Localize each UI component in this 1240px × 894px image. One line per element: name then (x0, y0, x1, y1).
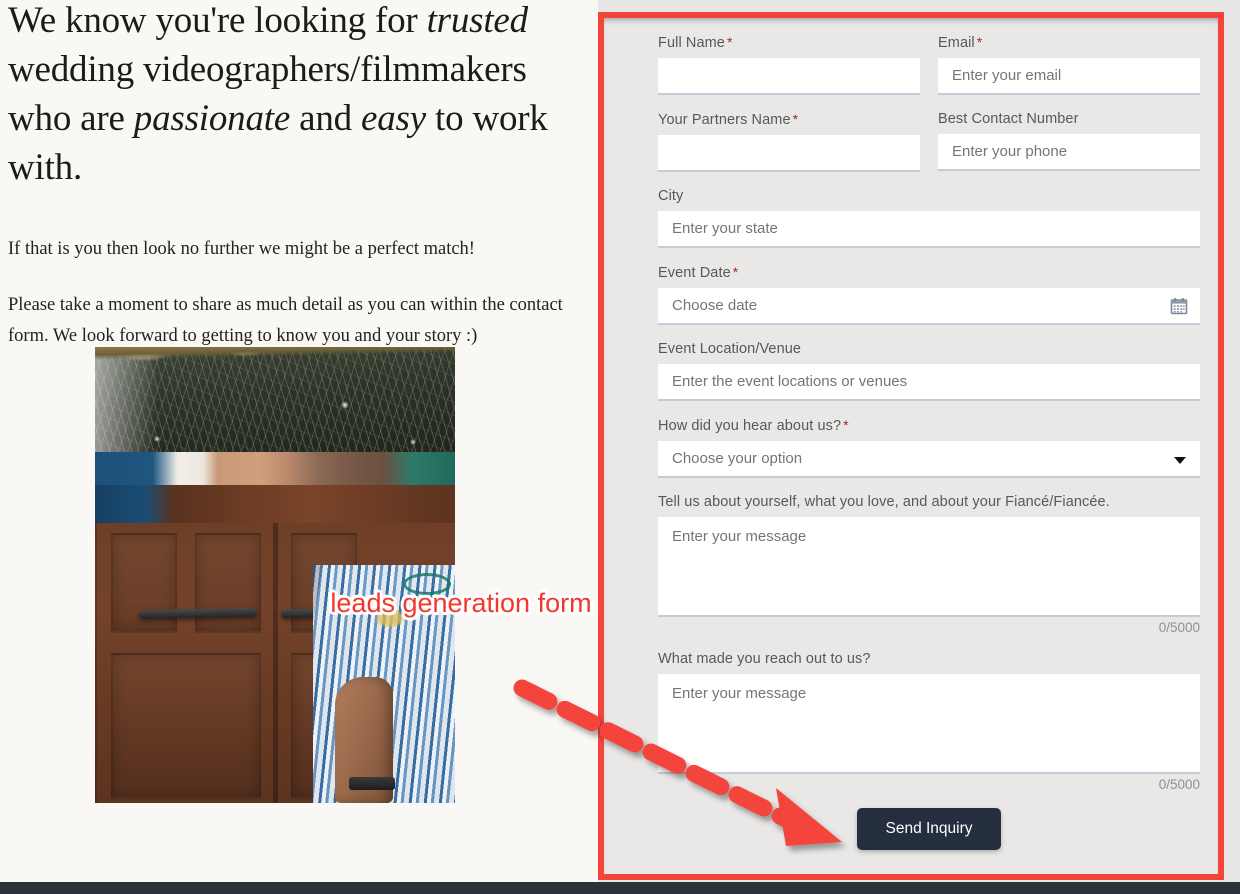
bangle-icon (403, 573, 451, 595)
intro-paragraph-1: If that is you then look no further we m… (8, 239, 475, 259)
event-location-input[interactable] (658, 364, 1200, 401)
label-why-reach-out: What made you reach out to us? (658, 651, 871, 667)
door-panel (111, 653, 261, 799)
label-full-name-text: Full Name (658, 35, 725, 51)
form-row-name-email: Full Name * Email * (658, 34, 1200, 111)
label-about-yourself: Tell us about yourself, what you love, a… (658, 494, 1110, 510)
about-yourself-textarea[interactable] (658, 517, 1200, 617)
field-group-event-location: Event Location/Venue (658, 341, 1200, 401)
form-row-partner-phone: Your Partners Name * Best Contact Number (658, 111, 1200, 188)
field-group-why-reach-out: What made you reach out to us? 0/5000 (658, 651, 1200, 792)
label-event-location: Event Location/Venue (658, 341, 802, 357)
field-group-how-did-you-hear: How did you hear about us? * (658, 417, 1200, 478)
bottom-dark-bar (0, 882, 1240, 894)
field-group-contact-number: Best Contact Number (938, 111, 1200, 172)
full-name-input[interactable] (658, 58, 920, 95)
label-how-did-you-hear-text: How did you hear about us? (658, 418, 842, 434)
field-group-email: Email * (938, 34, 1200, 95)
label-full-name: Full Name * (658, 34, 920, 51)
label-event-date-text: Event Date (658, 265, 731, 281)
field-group-city: City (658, 188, 1200, 248)
partners-name-input[interactable] (658, 135, 920, 172)
required-marker: * (792, 111, 799, 127)
label-city: City (658, 188, 684, 204)
why-reach-out-textarea[interactable] (658, 674, 1200, 774)
page-root: We know you're looking for trusted weddi… (0, 0, 1240, 894)
about-yourself-char-counter: 0/5000 (1158, 620, 1200, 635)
how-did-you-hear-control (658, 441, 1200, 478)
contact-number-input[interactable] (938, 134, 1200, 171)
wedding-video-still[interactable] (95, 347, 455, 803)
label-email-text: Email (938, 35, 975, 51)
label-email: Email * (938, 34, 1200, 51)
door-panel (195, 533, 261, 633)
label-partners-name: Your Partners Name * (658, 111, 920, 128)
headline-seg-1: We know you're looking for (8, 0, 427, 41)
label-event-date: Event Date * (658, 264, 1200, 281)
required-marker: * (976, 34, 983, 50)
video-hand-strip (95, 452, 455, 485)
submit-row: Send Inquiry (658, 808, 1200, 850)
field-group-about-yourself: Tell us about yourself, what you love, a… (658, 494, 1200, 635)
field-group-event-date: Event Date * (658, 264, 1200, 325)
city-input[interactable] (658, 211, 1200, 248)
event-date-control (658, 288, 1200, 325)
required-marker: * (843, 417, 849, 433)
label-contact-number: Best Contact Number (938, 111, 1079, 127)
required-marker: * (726, 34, 733, 50)
send-inquiry-button[interactable]: Send Inquiry (857, 808, 1001, 850)
required-marker: * (732, 264, 739, 280)
video-sleeve-strip (95, 485, 455, 523)
lead-generation-form: Full Name* Email* Your Partners Name* Be… (604, 18, 1218, 876)
how-did-you-hear-select[interactable] (658, 441, 1200, 478)
email-input[interactable] (938, 58, 1200, 95)
headline-seg-3: and (290, 98, 362, 139)
label-how-did-you-hear: How did you hear about us? * (658, 417, 1200, 434)
field-group-full-name: Full Name * (658, 34, 920, 95)
page-headline: We know you're looking for trusted weddi… (8, 0, 570, 192)
video-foliage-strip (95, 347, 455, 452)
intro-paragraph-2: Please take a moment to share as much de… (8, 295, 563, 346)
sari-highlight (377, 609, 403, 627)
headline-em-easy: easy (361, 98, 426, 139)
event-date-input[interactable] (658, 288, 1200, 325)
headline-em-passionate: passionate (133, 98, 291, 139)
label-partners-name-text: Your Partners Name (658, 112, 791, 128)
field-group-partners-name: Your Partners Name * (658, 111, 920, 172)
headline-em-trusted: trusted (426, 0, 529, 41)
why-reach-out-char-counter: 0/5000 (1158, 777, 1200, 792)
video-person-watch (349, 777, 395, 790)
